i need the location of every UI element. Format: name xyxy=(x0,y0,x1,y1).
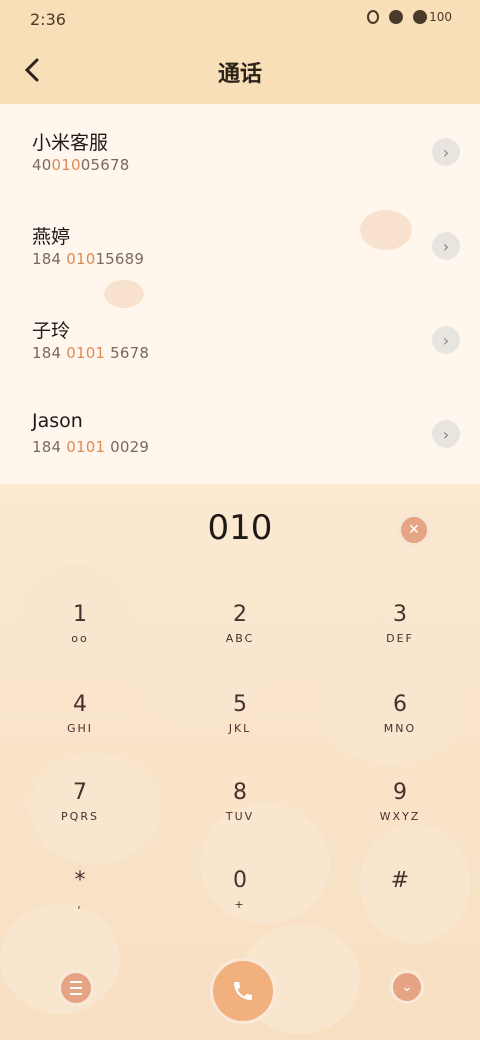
battery-indicator: 100 xyxy=(413,10,452,24)
key-digit: * xyxy=(74,868,86,893)
contact-list: 小米客服 4001005678 › 燕婷 184 01015689 › 子玲 1… xyxy=(0,104,480,484)
key-hash[interactable]: # xyxy=(340,864,460,954)
key-digit: 0 xyxy=(233,868,247,893)
key-digit: # xyxy=(390,868,410,893)
key-letters: WXYZ xyxy=(379,810,421,823)
phone-icon xyxy=(234,982,252,1000)
header-bar: 2:36 100 通话 xyxy=(0,0,480,104)
contact-number: 4001005678 xyxy=(32,156,130,174)
key-letters: JKL xyxy=(228,722,252,735)
key-9[interactable]: 9 WXYZ xyxy=(340,776,460,866)
contact-name: 子玲 xyxy=(32,320,71,342)
chevron-down-icon: ⌄ xyxy=(401,979,413,995)
battery-icon xyxy=(413,10,428,24)
key-digit: 9 xyxy=(393,780,407,805)
key-digit: 1 xyxy=(73,602,87,627)
key-digit: 5 xyxy=(233,692,247,717)
contact-name: 燕婷 xyxy=(32,226,71,248)
key-7[interactable]: 7 PQRS xyxy=(20,776,140,866)
contact-name: 小米客服 xyxy=(32,132,109,154)
key-0[interactable]: 0 + xyxy=(180,864,300,954)
details-button[interactable]: › xyxy=(432,138,460,166)
page-title: 通话 xyxy=(217,62,262,87)
menu-icon xyxy=(70,981,82,995)
contact-name: Jason xyxy=(32,410,83,432)
delete-button[interactable]: ✕ xyxy=(398,514,430,546)
key-digit: 7 xyxy=(73,780,87,805)
details-button[interactable]: › xyxy=(432,232,460,260)
contact-number: 184 0101 0029 xyxy=(32,438,150,456)
status-time: 2:36 xyxy=(30,10,66,29)
key-letters: + xyxy=(234,898,246,911)
key-digit: 4 xyxy=(73,692,87,717)
key-5[interactable]: 5 JKL xyxy=(180,688,300,778)
key-4[interactable]: 4 GHI xyxy=(20,688,140,778)
details-button[interactable]: › xyxy=(432,326,460,354)
contact-row[interactable]: 小米客服 4001005678 › xyxy=(0,104,480,196)
status-icons: 100 xyxy=(367,10,452,24)
key-2[interactable]: 2 ABC xyxy=(180,598,300,688)
key-letters: GHI xyxy=(66,722,94,735)
hide-keypad-button[interactable]: ⌄ xyxy=(390,970,424,1004)
chevron-right-icon: › xyxy=(442,236,450,256)
key-digit: 2 xyxy=(233,602,247,627)
key-digit: 6 xyxy=(393,692,407,717)
contact-number: 184 0101 5678 xyxy=(32,344,150,362)
key-8[interactable]: 8 TUV xyxy=(180,776,300,866)
contact-row[interactable]: 子玲 184 0101 5678 › xyxy=(0,292,480,384)
chevron-right-icon: › xyxy=(442,142,450,162)
key-3[interactable]: 3 DEF xyxy=(340,598,460,688)
chevron-right-icon: › xyxy=(442,424,450,444)
call-button[interactable] xyxy=(210,958,276,1024)
key-letters: ABC xyxy=(225,632,255,645)
contact-number: 184 01015689 xyxy=(32,250,145,268)
avocado-icon xyxy=(367,10,380,24)
battery-level: 100 xyxy=(429,10,452,24)
key-1[interactable]: 1 oo xyxy=(20,598,140,688)
key-star[interactable]: * , xyxy=(20,864,140,954)
key-6[interactable]: 6 MNO xyxy=(340,688,460,778)
key-letters: DEF xyxy=(386,632,414,645)
close-icon: ✕ xyxy=(408,522,420,538)
key-digit: 8 xyxy=(233,780,247,805)
chevron-right-icon: › xyxy=(442,330,450,350)
key-letters: MNO xyxy=(383,722,417,735)
key-letters: TUV xyxy=(225,810,255,823)
key-digit: 3 xyxy=(393,602,407,627)
details-button[interactable]: › xyxy=(432,420,460,448)
contact-row[interactable]: 燕婷 184 01015689 › xyxy=(0,198,480,290)
signal-icon xyxy=(389,10,404,24)
menu-button[interactable] xyxy=(58,970,94,1006)
key-letters: PQRS xyxy=(61,810,99,823)
key-letters: , xyxy=(77,898,83,911)
key-letters: oo xyxy=(71,632,89,645)
contact-row[interactable]: Jason 184 0101 0029 › xyxy=(0,386,480,478)
